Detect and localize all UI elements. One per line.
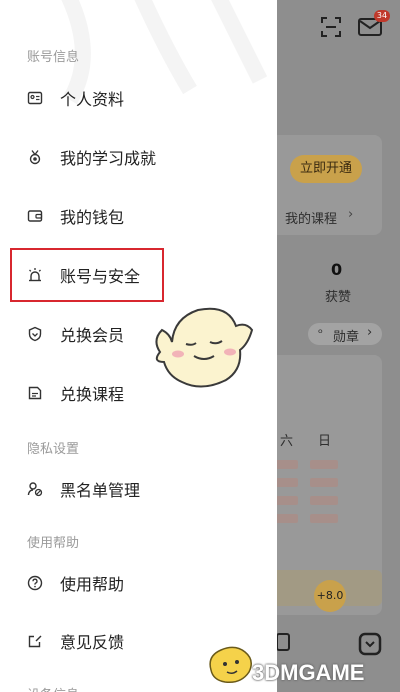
highlight-box [10,248,164,302]
menu-label: 意见反馈 [60,633,125,652]
weekday-sun: 日 [318,434,332,449]
open-now-button[interactable]: 立即开通 [290,155,362,183]
shield-badge-icon [28,326,42,342]
menu-label: 我的学习成就 [60,149,157,168]
chevron-right-icon: › [367,325,373,340]
brand-watermark: 3DMGAME [252,660,365,685]
section-title-device: 设备信息 [27,684,79,692]
score-badge: +8.0 [314,580,346,612]
menu-item-profile[interactable]: 个人资料 [0,78,277,118]
menu-label: 兑换会员 [60,326,125,345]
section-title-account: 账号信息 [27,50,80,65]
chevron-right-icon: › [348,207,354,222]
calendar-cell [310,496,338,505]
menu-label: 使用帮助 [60,575,125,594]
section-title-privacy: 隐私设置 [27,442,80,457]
id-card-icon [27,91,43,105]
menu-item-wallet[interactable]: 我的钱包 [0,196,277,236]
menu-item-help[interactable]: 使用帮助 [0,563,277,603]
scan-icon[interactable] [320,16,342,38]
medal-icon-bg: ᵒ [318,326,323,340]
menu-item-achievements[interactable]: 我的学习成就 [0,137,277,177]
feedback-icon [28,635,42,648]
help-circle-icon [27,575,43,591]
likes-label: 获赞 [325,290,352,305]
menu-label: 黑名单管理 [60,481,141,500]
calendar-cell [310,460,338,469]
weekday-sat: 六 [280,434,294,449]
brand-mascot-logo [209,646,252,684]
medal-label: 勋章 [333,330,360,345]
menu-label: 兑换课程 [60,385,125,404]
likes-count: 0 [331,260,343,279]
menu-label: 个人资料 [60,90,125,109]
calendar-cell [310,478,338,487]
course-book-icon [28,386,42,400]
my-courses-link[interactable]: 我的课程 [285,208,337,227]
menu-label: 我的钱包 [60,208,125,227]
user-block-icon [27,482,43,497]
drawer-watermark [40,0,277,151]
medal-icon [29,150,41,165]
calendar-cell [310,514,338,523]
wallet-icon [27,210,43,222]
menu-item-blacklist[interactable]: 黑名单管理 [0,469,277,509]
mascot-sticker [155,307,254,388]
message-badge: 34 [374,10,390,22]
section-title-help: 使用帮助 [27,536,80,551]
nav-icon[interactable] [276,632,290,652]
profile-nav-icon[interactable] [358,632,382,656]
